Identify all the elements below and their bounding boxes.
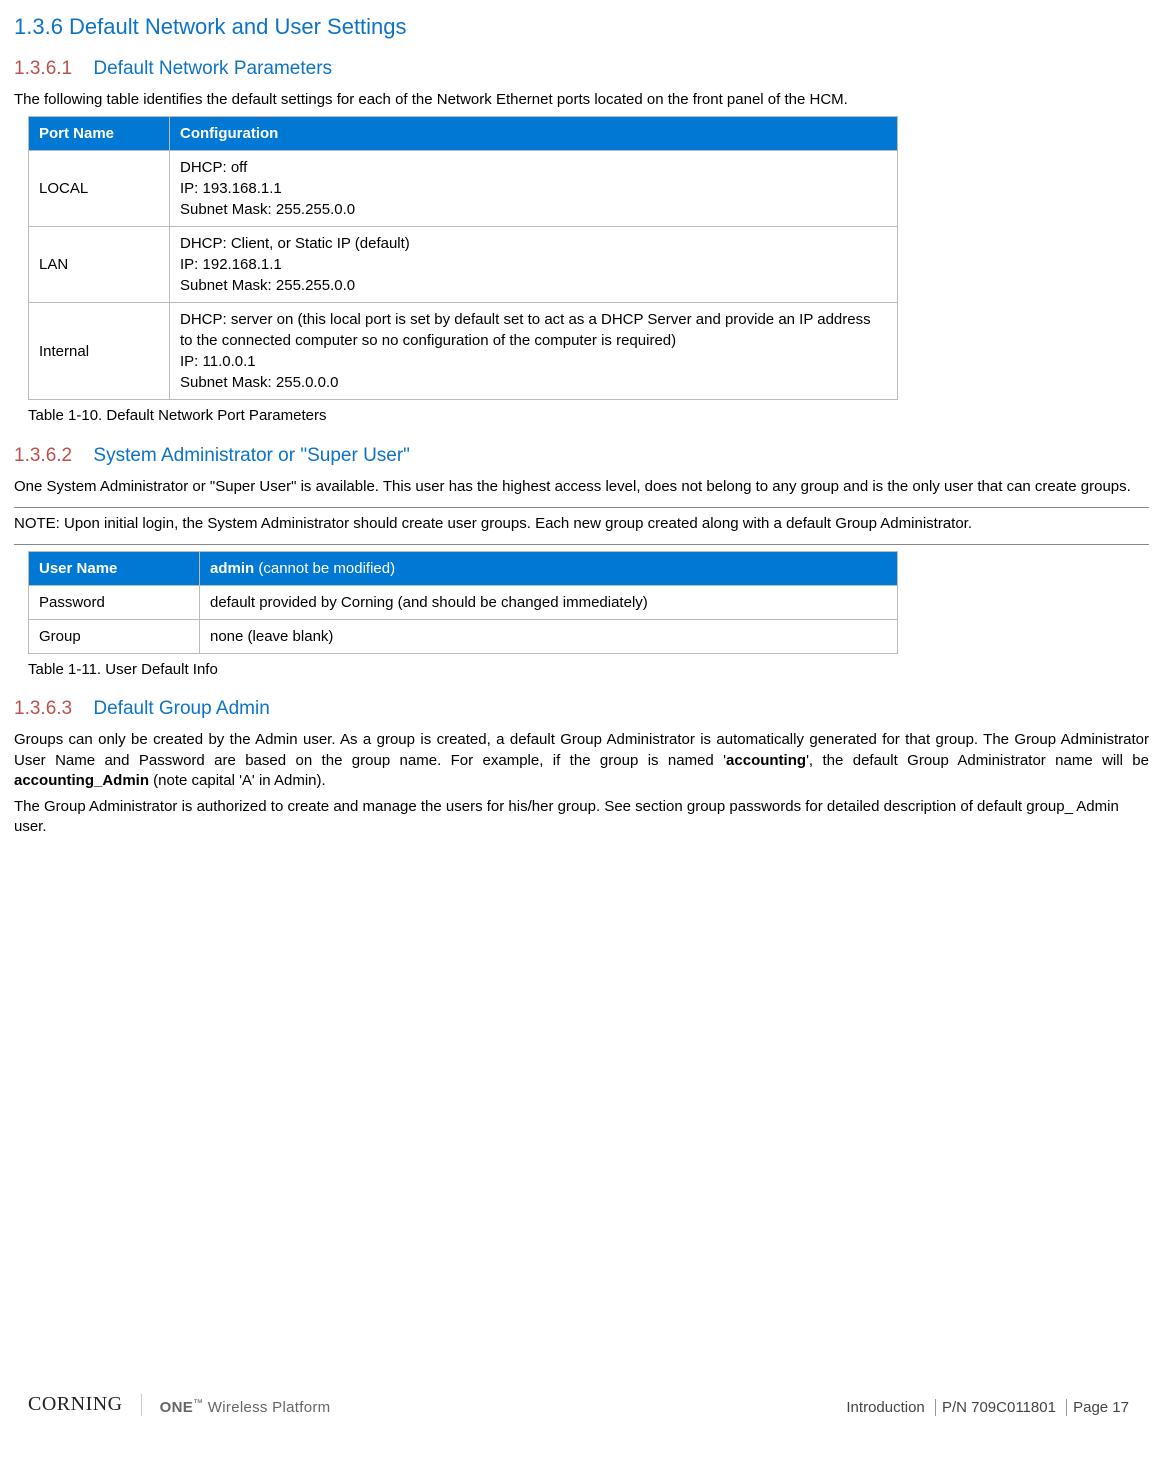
table-1-10-caption: Table 1-10. Default Network Port Paramet…: [28, 406, 1149, 426]
sub1-intro: The following table identifies the defau…: [14, 90, 1149, 110]
p1-b2: accounting_Admin: [14, 772, 149, 789]
cell-val: default provided by Corning (and should …: [200, 586, 898, 620]
admin-bold: admin: [210, 560, 254, 577]
subsection-3-heading: 1.3.6.3 Default Group Admin: [14, 698, 1149, 720]
table-row: LAN DHCP: Client, or Static IP (default)…: [29, 227, 898, 303]
cell-conf: DHCP: off IP: 193.168.1.1 Subnet Mask: 2…: [170, 151, 898, 227]
sub3-p1: Groups can only be created by the Admin …: [14, 730, 1149, 791]
cell-val: none (leave blank): [200, 620, 898, 654]
cell-key: Password: [29, 586, 200, 620]
th-user-name: User Name: [29, 552, 200, 586]
divider: [14, 507, 1149, 508]
subsection-2-number: 1.3.6.2: [14, 445, 72, 466]
footer-pn: P/N 709C011801: [935, 1399, 1062, 1416]
user-default-table: User Name admin (cannot be modified) Pas…: [28, 551, 898, 654]
subsection-1-title: Default Network Parameters: [93, 58, 332, 79]
cell-conf: DHCP: Client, or Static IP (default) IP:…: [170, 227, 898, 303]
cell-port: Internal: [29, 303, 170, 400]
footer-page: Page 17: [1066, 1399, 1135, 1416]
sub3-p2: The Group Administrator is authorized to…: [14, 797, 1149, 838]
subsection-3-title: Default Group Admin: [93, 698, 269, 719]
p1-mid: ', the default Group Administrator name …: [806, 752, 1149, 769]
cell-port: LAN: [29, 227, 170, 303]
sub2-note: NOTE: Upon initial login, the System Adm…: [14, 514, 1149, 534]
table-row: Password default provided by Corning (an…: [29, 586, 898, 620]
one-text: ONE: [160, 1399, 193, 1416]
subsection-3-number: 1.3.6.3: [14, 698, 72, 719]
sub2-p1: One System Administrator or "Super User"…: [14, 477, 1149, 497]
footer-right: Introduction P/N 709C011801 Page 17: [840, 1399, 1135, 1416]
p1-post: (note capital 'A' in Admin).: [149, 772, 326, 789]
cell-port: LOCAL: [29, 151, 170, 227]
table-1-11-caption: Table 1-11. User Default Info: [28, 660, 1149, 680]
trademark-icon: ™: [193, 1398, 203, 1409]
p1-b1: accounting: [726, 752, 806, 769]
subsection-2-title: System Administrator or "Super User": [93, 445, 410, 466]
th-configuration: Configuration: [170, 117, 898, 151]
admin-rest: (cannot be modified): [254, 560, 395, 577]
divider: [14, 544, 1149, 545]
corning-logo: CORNING: [28, 1393, 123, 1416]
table-row: LOCAL DHCP: off IP: 193.168.1.1 Subnet M…: [29, 151, 898, 227]
subsection-1-heading: 1.3.6.1 Default Network Parameters: [14, 58, 1149, 80]
subsection-2-heading: 1.3.6.2 System Administrator or "Super U…: [14, 445, 1149, 467]
platform-text: Wireless Platform: [203, 1399, 330, 1416]
cell-key: Group: [29, 620, 200, 654]
cell-conf: DHCP: server on (this local port is set …: [170, 303, 898, 400]
th-port-name: Port Name: [29, 117, 170, 151]
page-footer: CORNING ONE™ Wireless Platform Introduct…: [28, 1393, 1135, 1416]
subsection-1-number: 1.3.6.1: [14, 58, 72, 79]
divider: [141, 1394, 142, 1416]
footer-left: CORNING ONE™ Wireless Platform: [28, 1393, 330, 1416]
table-row: Group none (leave blank): [29, 620, 898, 654]
table-row: Internal DHCP: server on (this local por…: [29, 303, 898, 400]
one-platform-logo: ONE™ Wireless Platform: [160, 1398, 331, 1416]
footer-section: Introduction: [840, 1399, 930, 1416]
section-heading: 1.3.6 Default Network and User Settings: [14, 14, 1149, 40]
th-admin-value: admin (cannot be modified): [200, 552, 898, 586]
network-params-table: Port Name Configuration LOCAL DHCP: off …: [28, 116, 898, 400]
